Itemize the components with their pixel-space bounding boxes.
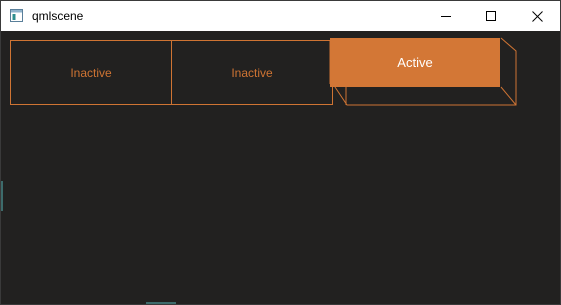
app-window: qmlscene Inactive Inactive Active bbox=[0, 0, 561, 305]
tab-inactive-2[interactable]: Inactive bbox=[171, 40, 333, 105]
close-icon bbox=[531, 10, 543, 22]
tab-active[interactable]: Active bbox=[329, 37, 519, 109]
title-bar[interactable]: qmlscene bbox=[1, 1, 560, 31]
window-title: qmlscene bbox=[32, 9, 84, 23]
maximize-button[interactable] bbox=[468, 1, 514, 31]
tab-label: Active bbox=[397, 54, 433, 70]
client-area: Inactive Inactive Active bbox=[1, 31, 560, 304]
active-tab-face: Active bbox=[330, 38, 500, 87]
maximize-icon bbox=[485, 10, 497, 22]
minimize-button[interactable] bbox=[423, 1, 469, 31]
tab-label: Inactive bbox=[70, 65, 112, 80]
bottom-edge-mark bbox=[146, 302, 176, 304]
minimize-icon bbox=[440, 11, 452, 22]
tab-label: Inactive bbox=[231, 65, 273, 80]
app-window-icon bbox=[10, 9, 23, 22]
left-edge-mark bbox=[1, 181, 3, 211]
tab-inactive-1[interactable]: Inactive bbox=[10, 40, 172, 105]
close-button[interactable] bbox=[514, 1, 560, 31]
